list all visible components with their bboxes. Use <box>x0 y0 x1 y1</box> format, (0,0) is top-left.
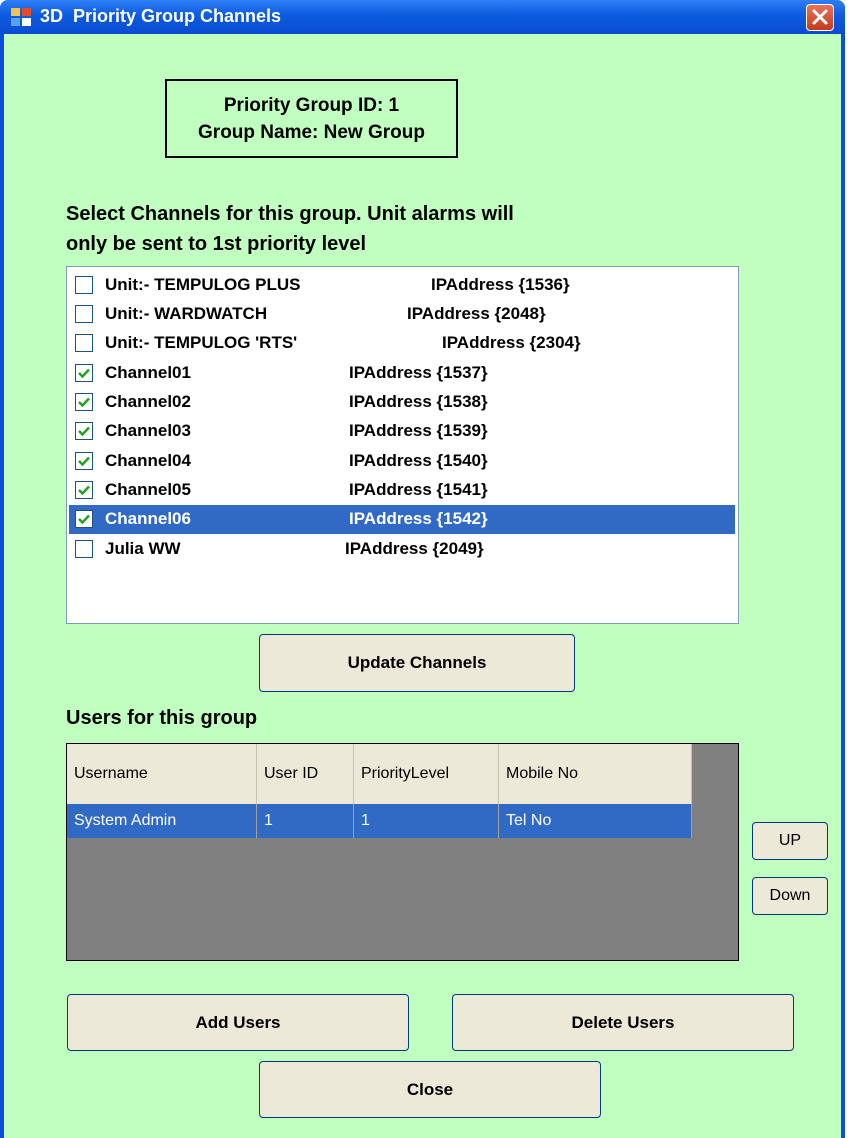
channel-ip-address: IPAddress {2304} <box>442 333 581 352</box>
channel-name: Unit:- TEMPULOG PLUS <box>105 275 301 294</box>
channel-checkbox[interactable] <box>75 540 93 558</box>
close-window-button[interactable] <box>806 4 834 31</box>
title-bar[interactable]: 3D Priority Group Channels <box>0 0 845 34</box>
channel-checkbox[interactable] <box>75 334 93 352</box>
cell-priority-level[interactable]: 1 <box>354 804 499 838</box>
channel-ip-address: IPAddress {1539} <box>349 421 488 440</box>
group-name-label: Group Name: New Group <box>198 122 425 143</box>
channel-item[interactable]: Julia WW IPAddress {2049} <box>69 535 735 564</box>
close-icon <box>812 9 828 25</box>
channel-item[interactable]: Channel01 IPAddress {1537} <box>69 359 735 388</box>
channel-checkbox[interactable] <box>75 481 93 499</box>
channel-ip-address: IPAddress {1541} <box>349 480 488 499</box>
channel-name: Julia WW <box>105 539 181 558</box>
checkmark-icon <box>78 426 90 437</box>
channel-name: Channel06 <box>105 509 191 528</box>
checkmark-icon <box>78 456 90 467</box>
channel-ip-address: IPAddress {1540} <box>349 451 488 470</box>
column-header-priority-level[interactable]: PriorityLevel <box>354 744 499 804</box>
channel-item[interactable]: Channel06 IPAddress {1542} <box>69 505 735 534</box>
group-info-box: Priority Group ID: 1 Group Name: New Gro… <box>165 79 458 158</box>
channel-checkbox[interactable] <box>75 422 93 440</box>
channel-item[interactable]: Channel05 IPAddress {1541} <box>69 476 735 505</box>
checkmark-icon <box>78 485 90 496</box>
move-down-button[interactable]: Down <box>752 877 828 915</box>
channel-checkbox[interactable] <box>75 364 93 382</box>
channel-checklist[interactable]: Unit:- TEMPULOG PLUS IPAddress {1536} Unit… <box>66 266 739 624</box>
table-row[interactable]: System Admin 1 1 Tel No <box>67 804 692 838</box>
channel-name: Channel03 <box>105 421 191 440</box>
checkmark-icon <box>78 397 90 408</box>
channel-checkbox[interactable] <box>75 276 93 294</box>
channel-name: Unit:- WARDWATCH <box>105 304 268 323</box>
update-channels-button[interactable]: Update Channels <box>259 634 575 692</box>
channel-name: Channel01 <box>105 363 191 382</box>
instructions-line-2: only be sent to 1st priority level <box>66 233 367 255</box>
channel-name: Unit:- TEMPULOG 'RTS' <box>105 333 298 352</box>
checkmark-icon <box>78 368 90 379</box>
channel-ip-address: IPAddress {1542} <box>349 509 488 528</box>
close-button[interactable]: Close <box>259 1061 601 1118</box>
users-section-label: Users for this group <box>66 707 258 729</box>
channel-checkbox[interactable] <box>75 393 93 411</box>
channel-item[interactable]: Unit:- TEMPULOG 'RTS' IPAddress {2304} <box>69 329 735 358</box>
add-users-button[interactable]: Add Users <box>67 994 409 1051</box>
users-grid[interactable]: Username User ID PriorityLevel Mobile No… <box>66 743 739 961</box>
instructions-line-1: Select Channels for this group. Unit ala… <box>66 203 514 225</box>
channel-item[interactable]: Unit:- TEMPULOG PLUS IPAddress {1536} <box>69 271 735 300</box>
channel-item[interactable]: Unit:- WARDWATCH IPAddress {2048} <box>69 300 735 329</box>
channel-ip-address: IPAddress {2049} <box>345 539 484 558</box>
cell-username[interactable]: System Admin <box>67 804 257 838</box>
channel-item[interactable]: Channel04 IPAddress {1540} <box>69 447 735 476</box>
channel-ip-address: IPAddress {1536} <box>431 275 570 294</box>
channel-name: Channel02 <box>105 392 191 411</box>
checkmark-icon <box>78 514 90 525</box>
channel-checkbox[interactable] <box>75 510 93 528</box>
channel-checkbox[interactable] <box>75 305 93 323</box>
channel-item[interactable]: Channel02 IPAddress {1538} <box>69 388 735 417</box>
group-id-label: Priority Group ID: 1 <box>223 95 400 116</box>
instructions-text: Select Channels for this group. Unit ala… <box>66 199 766 259</box>
app-icon <box>11 8 31 26</box>
channel-name: Channel04 <box>105 451 191 470</box>
channel-ip-address: IPAddress {1537} <box>349 363 488 382</box>
window-title: 3D Priority Group Channels <box>40 6 282 26</box>
channel-ip-address: IPAddress {2048} <box>407 304 546 323</box>
column-header-user-id[interactable]: User ID <box>257 744 354 804</box>
move-up-button[interactable]: UP <box>752 822 828 860</box>
column-header-username[interactable]: Username <box>67 744 257 804</box>
delete-users-button[interactable]: Delete Users <box>452 994 794 1051</box>
channel-ip-address: IPAddress {1538} <box>349 392 488 411</box>
dialog-client-area: Priority Group ID: 1 Group Name: New Gro… <box>4 34 841 1138</box>
channel-name: Channel05 <box>105 480 191 499</box>
cell-mobile-no[interactable]: Tel No <box>499 804 692 838</box>
cell-user-id[interactable]: 1 <box>257 804 354 838</box>
users-grid-header: Username User ID PriorityLevel Mobile No <box>67 744 692 804</box>
dialog-window: 3D Priority Group Channels Priority Grou… <box>0 0 845 1138</box>
channel-checkbox[interactable] <box>75 452 93 470</box>
column-header-mobile-no[interactable]: Mobile No <box>499 744 692 804</box>
channel-item[interactable]: Channel03 IPAddress {1539} <box>69 417 735 446</box>
